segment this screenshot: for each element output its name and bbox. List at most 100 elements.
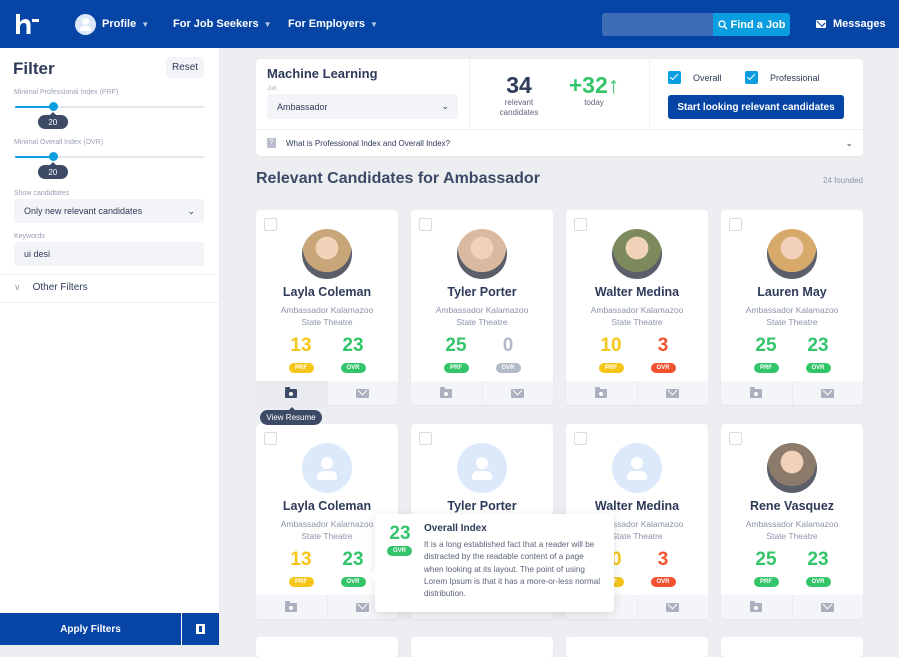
overall-checkbox[interactable] [668,71,681,84]
professional-checkbox[interactable] [745,71,758,84]
candidate-name[interactable]: Walter Medina [566,499,708,513]
professional-checkbox-row[interactable]: Professional [745,71,820,84]
candidate-card[interactable]: Tyler Porter Ambassador Kalamazoo State … [411,210,553,405]
send-message-button[interactable] [638,381,709,405]
chevron-down-icon: ⌄ [845,137,853,148]
ovr-score[interactable]: 23 OVR [333,336,373,374]
prf-slider[interactable]: 20 [15,102,204,129]
send-message-button[interactable] [793,381,864,405]
section-title: Relevant Candidates for Ambassador [256,170,540,187]
apply-filters-button[interactable]: Apply Filters [0,613,181,645]
view-resume-button[interactable] [721,381,793,405]
candidate-name[interactable]: Walter Medina [566,285,708,299]
show-candidates-select[interactable]: Only new relevant candidates ⌄ [14,199,204,223]
candidate-card[interactable]: Lauren May Ambassador Kalamazoo State Th… [721,210,863,405]
overall-checkbox-row[interactable]: Overall [668,71,722,84]
ovr-score[interactable]: 0 OVR [488,336,528,374]
view-resume-button[interactable] [256,381,328,405]
candidate-select-checkbox[interactable] [419,432,432,445]
prf-score[interactable]: 13 PRF [281,336,321,374]
find-job-button[interactable]: Find a Job [713,13,790,36]
job-search-input[interactable] [602,13,713,36]
candidate-select-checkbox[interactable] [574,432,587,445]
view-resume-button[interactable] [256,595,328,619]
send-message-button[interactable] [483,381,554,405]
ovr-score[interactable]: 23 OVR [333,550,373,588]
other-filters-toggle[interactable]: ∨ Other Filters [14,282,88,293]
nav-profile-label: Profile [102,18,137,30]
candidate-name[interactable]: Lauren May [721,285,863,299]
prf-slider-handle[interactable] [48,102,58,111]
candidate-select-checkbox[interactable] [264,218,277,231]
view-resume-button[interactable] [721,595,793,619]
candidate-card[interactable] [256,637,398,657]
ovr-value: 23 [342,335,364,356]
candidate-avatar-placeholder-icon[interactable] [302,443,352,493]
candidate-avatar-placeholder-icon[interactable] [612,443,662,493]
candidate-name[interactable]: Layla Coleman [256,499,398,513]
prf-score[interactable]: 25 PRF [746,336,786,374]
candidate-role: Ambassador Kalamazoo State Theatre [721,304,863,328]
messages-label: Messages [833,18,886,30]
candidate-card[interactable]: Rene Vasquez Ambassador Kalamazoo State … [721,424,863,619]
start-looking-button[interactable]: Start looking relevant candidates [668,95,844,119]
candidate-avatar-placeholder-icon[interactable] [457,443,507,493]
ovr-score[interactable]: 3 OVR [643,550,683,588]
candidate-card[interactable] [566,637,708,657]
envelope-icon [356,602,370,612]
prf-score[interactable]: 13 PRF [281,550,321,588]
nav-job-seekers[interactable]: For Job Seekers ▼ [173,0,272,48]
prf-score[interactable]: 25 PRF [436,336,476,374]
prf-score[interactable]: 25 PRF [746,550,786,588]
index-faq-toggle[interactable]: ? What is Professional Index and Overall… [256,130,863,156]
messages-link[interactable]: Messages [816,0,886,48]
candidate-card[interactable]: Layla Coleman Ambassador Kalamazoo State… [256,210,398,405]
candidate-select-checkbox[interactable] [729,432,742,445]
job-select-value: Ambassador [277,101,328,112]
candidate-photo[interactable] [457,229,507,279]
map-button[interactable] [182,613,219,645]
candidate-photo[interactable] [767,443,817,493]
job-select[interactable]: Ambassador ⌄ [267,94,458,119]
ovr-score[interactable]: 23 OVR [798,550,838,588]
chevron-down-icon: ▼ [141,19,150,29]
send-message-button[interactable] [638,595,709,619]
candidate-name[interactable]: Rene Vasquez [721,499,863,513]
overall-checkbox-label: Overall [693,72,722,83]
candidate-photo[interactable] [302,229,352,279]
ovr-score[interactable]: 3 OVR [643,336,683,374]
ovr-slider-handle[interactable] [48,152,58,161]
candidate-position: Ambassador Kalamazoo [280,305,374,315]
send-message-button[interactable] [793,595,864,619]
candidate-name[interactable]: Layla Coleman [256,285,398,299]
ovr-badge: OVR [650,577,676,587]
view-resume-button[interactable] [566,381,638,405]
candidate-organization: State Theatre [766,531,818,541]
ovr-slider-value: 20 [37,162,68,179]
candidate-card[interactable]: Walter Medina Ambassador Kalamazoo State… [566,210,708,405]
send-message-button[interactable] [328,381,399,405]
logo-icon[interactable] [14,13,40,35]
divider [0,274,219,275]
candidate-select-checkbox[interactable] [574,218,587,231]
candidate-name[interactable]: Tyler Porter [411,285,553,299]
candidate-select-checkbox[interactable] [729,218,742,231]
candidate-card[interactable] [411,637,553,657]
ovr-slider[interactable]: 20 [15,152,204,179]
nav-profile[interactable]: Profile ▼ [75,0,149,48]
candidate-photo[interactable] [612,229,662,279]
today-caption: today [584,98,604,107]
view-resume-button[interactable] [411,381,483,405]
candidate-name[interactable]: Tyler Porter [411,499,553,513]
envelope-icon [356,388,370,398]
candidate-photo[interactable] [767,229,817,279]
candidate-select-checkbox[interactable] [264,432,277,445]
filter-title: Filter [13,59,55,78]
candidate-select-checkbox[interactable] [419,218,432,231]
candidate-card[interactable] [721,637,863,657]
nav-employers[interactable]: For Employers ▼ [288,0,378,48]
reset-button[interactable]: Reset [166,57,204,78]
keywords-input[interactable] [14,242,204,266]
ovr-score[interactable]: 23 OVR [798,336,838,374]
prf-score[interactable]: 10 PRF [591,336,631,374]
